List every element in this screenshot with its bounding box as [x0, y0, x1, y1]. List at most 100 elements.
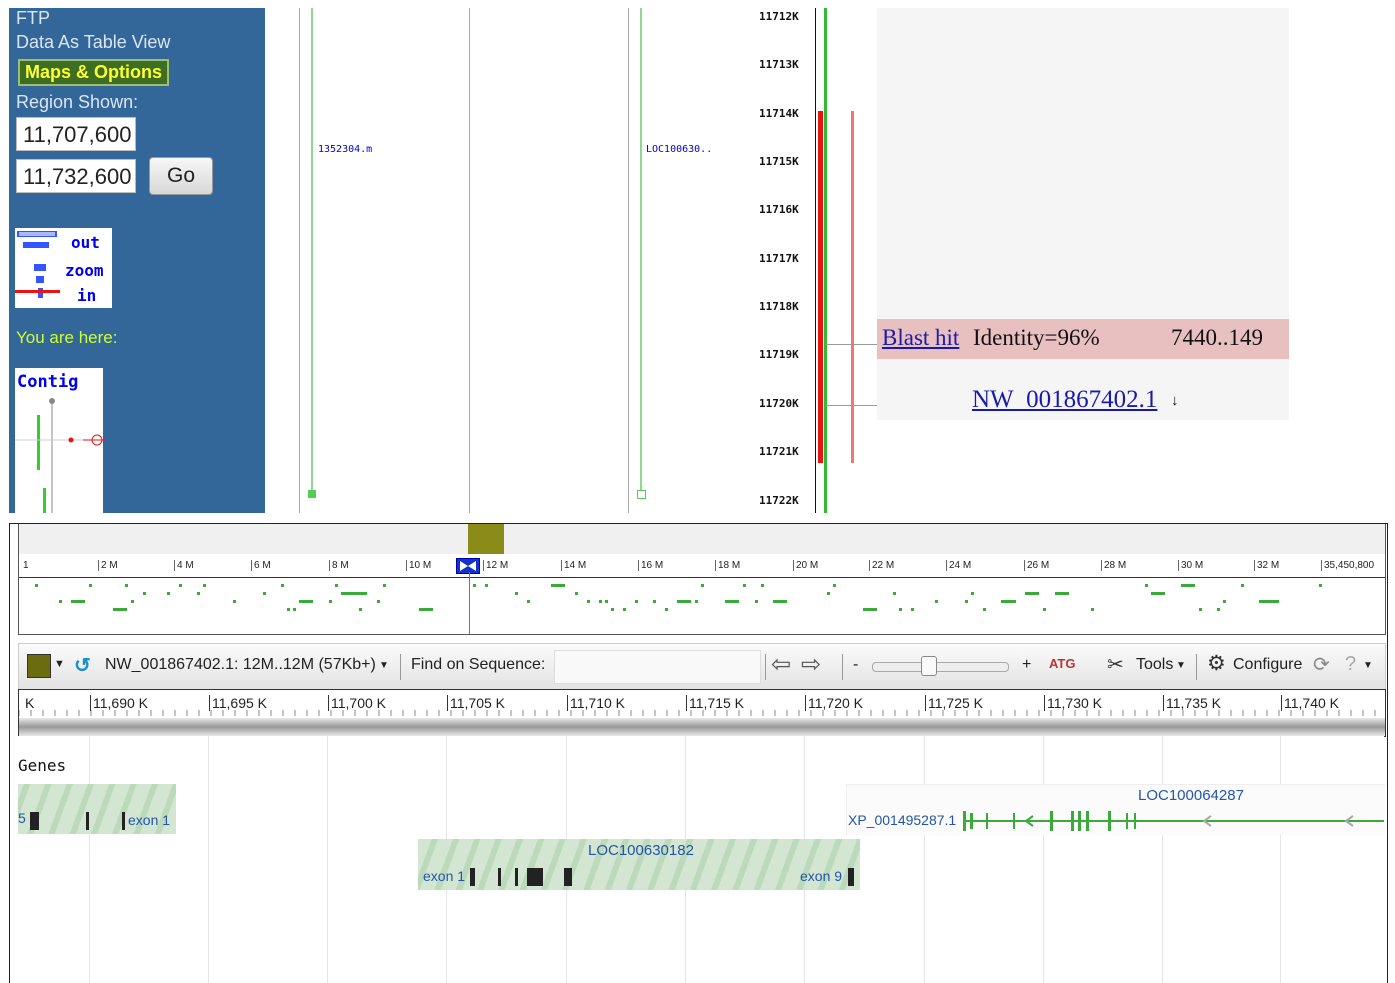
overview-tick-label: 8 M [329, 560, 349, 571]
track2-bar[interactable] [640, 8, 642, 494]
exon-block[interactable] [515, 868, 518, 886]
zoom-slider[interactable] [872, 662, 1009, 672]
go-button[interactable]: Go [149, 157, 213, 195]
blast-hit-bar-secondary[interactable] [851, 111, 854, 463]
overview-gene-mark [515, 592, 518, 595]
overview-tick-label: 24 M [946, 560, 971, 571]
sequence-selector[interactable]: NW_001867402.1: 12M..12M (57Kb+) [105, 656, 376, 674]
ruler-tick: 11719K [759, 348, 799, 361]
overview-gene-mark [755, 600, 758, 603]
sequence-bar [824, 8, 827, 513]
gene-label[interactable]: LOC100064287 [1138, 787, 1244, 804]
zoom-out-button[interactable]: - [853, 656, 858, 674]
overview-tick-label: 2 M [98, 560, 118, 571]
track1-label[interactable]: 1352304.m [318, 144, 372, 155]
track-color-swatch[interactable] [27, 654, 51, 678]
overview-gene-mark [1241, 584, 1244, 587]
transcript-label[interactable]: XP_001495287.1 [848, 812, 956, 828]
chevron-down-icon[interactable]: ▼ [54, 658, 65, 670]
overview-gene-mark [1265, 600, 1279, 603]
track-divider [299, 8, 300, 513]
tools-icon[interactable]: ✂ [1107, 652, 1124, 677]
exon-label: exon 9 [800, 868, 843, 884]
zoom-control[interactable]: out zoom in [15, 228, 112, 308]
overview-gene-mark [911, 608, 914, 611]
chevron-down-icon[interactable]: ▼ [1363, 660, 1373, 671]
overview-gene-mark [551, 584, 565, 587]
grid-line [1162, 736, 1163, 983]
tools-menu[interactable]: Tools [1136, 656, 1173, 674]
sequence-text-icon[interactable]: ATG [1049, 656, 1075, 671]
contig-thumbnail[interactable]: Contig [15, 368, 105, 513]
configure-button[interactable]: Configure [1233, 656, 1302, 674]
region-start-input[interactable]: 11,707,600 [16, 117, 136, 151]
exon-block[interactable] [498, 868, 501, 886]
ruler-tick: 11712K [759, 10, 799, 23]
zoom-slider-handle[interactable] [921, 656, 937, 676]
overview-gene-mark [419, 608, 433, 611]
overview-gene-mark [893, 592, 896, 595]
undo-icon[interactable]: ↺ [74, 653, 91, 678]
overview-panel[interactable]: 12 M4 M6 M8 M 10 M 12 M 14 M 16 M 18 M 20 M 22 … [18, 524, 1386, 635]
overview-gene-mark [485, 584, 488, 587]
help-icon[interactable]: ? [1345, 653, 1356, 676]
track-divider [628, 8, 629, 513]
track1-end-marker [308, 490, 316, 498]
overview-gene-mark [635, 600, 638, 603]
exon-block[interactable] [122, 812, 125, 830]
overview-gene-mark [113, 608, 127, 611]
down-arrow-icon[interactable]: ↓ [1171, 392, 1179, 409]
blast-hit-link[interactable]: Blast hit [882, 325, 959, 351]
pan-left-icon[interactable]: ⇦ [771, 650, 791, 679]
genes-track: Genes 5 exon 1 LOC100630182 exon 1 exon … [18, 736, 1385, 983]
refresh-icon[interactable]: ⟳ [1313, 652, 1330, 677]
overview-tick-label: 28 M [1101, 560, 1126, 571]
current-view-marker[interactable] [456, 558, 480, 574]
ruler-tick: 11722K [759, 494, 799, 507]
overview-gene-mark [1145, 584, 1148, 587]
maps-options-button[interactable]: Maps & Options [18, 59, 170, 86]
table-view-link[interactable]: Data As Table View [16, 32, 170, 53]
overview-gene-mark [575, 592, 578, 595]
exon-label: exon 1 [423, 868, 466, 884]
overview-tick-label: 6 M [251, 560, 271, 571]
chevron-down-icon[interactable]: ▼ [379, 660, 389, 671]
overview-tick-label: 30 M [1178, 560, 1203, 571]
accession-link[interactable]: NW_001867402.1 [972, 386, 1157, 414]
exon-block[interactable] [564, 868, 572, 886]
toolbar-divider [1196, 654, 1197, 680]
overview-gene-mark [743, 584, 746, 587]
zoom-in-button[interactable]: + [1022, 656, 1031, 674]
overview-tick-label: 26 M [1024, 560, 1049, 571]
blast-hit-bar[interactable] [818, 111, 823, 463]
exon-block[interactable] [527, 868, 543, 886]
overview-tick-label: 20 M [793, 560, 818, 571]
exon-block[interactable] [86, 812, 89, 830]
zoom-out-link[interactable]: out [71, 233, 100, 252]
sequence-viewer: 12 M4 M6 M8 M 10 M 12 M 14 M 16 M 18 M 20 M 22 … [9, 523, 1388, 983]
gene-label[interactable]: LOC100630182 [588, 842, 694, 859]
connector-line [826, 405, 878, 406]
sidebar: FTP Data As Table View Maps & Options Re… [9, 8, 265, 513]
you-are-here-label: You are here: [16, 328, 118, 347]
pan-right-icon[interactable]: ⇨ [801, 650, 821, 679]
chevron-down-icon[interactable]: ▼ [1176, 660, 1186, 671]
region-end-input[interactable]: 11,732,600 [16, 159, 136, 193]
overview-gene-mark [1025, 592, 1039, 595]
overview-gene-mark [167, 592, 170, 595]
ftp-link[interactable]: FTP [16, 8, 50, 29]
ruler-tick: 11716K [759, 203, 799, 216]
gear-icon[interactable]: ⚙ [1207, 651, 1226, 676]
region-label: Region Shown: [16, 92, 139, 112]
exon-block[interactable] [848, 868, 854, 886]
overview-gene-mark [1181, 584, 1195, 587]
ruler-tick: 11714K [759, 107, 799, 120]
exon-block[interactable] [30, 812, 39, 830]
exon-block[interactable] [470, 868, 475, 886]
find-sequence-input[interactable] [554, 650, 761, 684]
blast-panel: Blast hit Identity=96% 7440..149 NW_0018… [877, 8, 1289, 420]
track2-label[interactable]: LOC100630.. [646, 144, 712, 155]
track1-bar[interactable] [311, 8, 313, 498]
overview-tick-label: 18 M [715, 560, 740, 571]
zoom-in-link[interactable]: in [77, 286, 96, 305]
